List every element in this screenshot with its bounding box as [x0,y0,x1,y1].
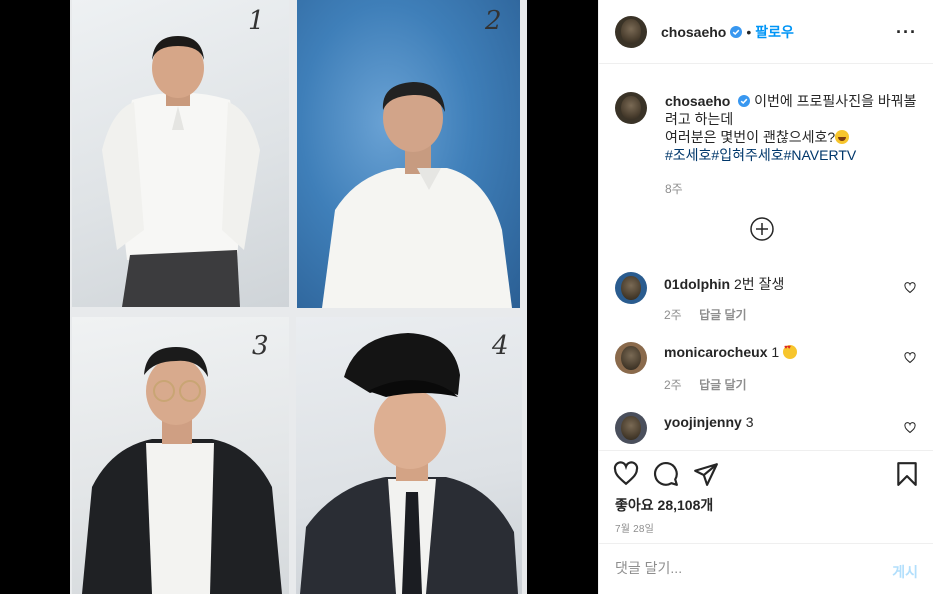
heart-eyes-emoji [783,345,798,359]
commenter-username[interactable]: yoojinjenny [664,414,742,430]
author-username[interactable]: chosaeho [661,24,726,40]
author-avatar[interactable] [615,15,647,48]
commenter-username[interactable]: monicarocheux [664,344,767,360]
person-4-figure [300,333,518,594]
photo-panel-3: 3 [72,317,289,594]
likes-count[interactable]: 좋아요 28,108개 [615,495,713,515]
reply-button[interactable]: 답글 달기 [699,308,747,322]
comment-time[interactable]: 2주 [664,308,682,322]
commenter-avatar[interactable] [615,412,647,444]
person-2-figure [322,82,512,308]
comment-like-heart-icon[interactable] [904,422,916,434]
caption-avatar[interactable] [615,92,647,124]
comment-time[interactable]: 2주 [664,378,682,392]
add-comment-bar: 게시 [599,543,933,594]
panel-number-2: 2 [485,6,502,36]
caption-hashtags[interactable]: #조세호#입혀주세호#NAVERTV [665,147,856,163]
panel-number-3: 3 [252,331,269,361]
more-options-icon[interactable]: ··· [896,22,917,43]
caption-text: chosaeho 이번에 프로필사진을 바꿔볼려고 하는데 여러분은 몇번이 괜… [665,92,920,164]
panel-number-4: 4 [492,331,509,361]
comment-like-heart-icon[interactable] [904,352,916,364]
comment-input[interactable] [615,560,855,576]
panel-number-1: 1 [248,6,265,36]
comment-body: monicarocheux 1 [664,344,798,360]
share-paper-plane-icon[interactable] [693,461,719,487]
post-date[interactable]: 7월 28일 [615,520,654,535]
instagram-post-modal: 1 2 3 4 chosaeho • 팔로우 ··· chosaeho 이번에 … [0,0,933,594]
save-bookmark-icon[interactable] [894,461,920,487]
comment-text: 1 [771,344,780,360]
verified-badge-icon [738,95,751,107]
comment-like-heart-icon[interactable] [904,282,916,294]
verified-badge-icon [730,25,743,38]
reply-button[interactable]: 답글 달기 [699,378,747,392]
follow-button[interactable]: 팔로우 [755,22,794,42]
post-comment-button[interactable]: 게시 [892,562,918,582]
caption-timestamp[interactable]: 8주 [665,180,683,197]
comment-body: yoojinjenny 3 [664,414,753,430]
comment-meta: 2주 답글 달기 [664,376,747,393]
caption-username[interactable]: chosaeho [665,93,730,109]
post-actions: 좋아요 28,108개 7월 28일 게시 [599,450,933,594]
comment-bubble-icon[interactable] [653,461,679,487]
comment-meta: 2주 답글 달기 [664,306,747,323]
post-sidebar: chosaeho • 팔로우 ··· chosaeho 이번에 프로필사진을 바… [598,0,933,594]
comment-text: 2번 잘생 [734,276,785,292]
like-heart-icon[interactable] [613,461,639,487]
caption-line-2: 여러분은 몇번이 괜찮으세호? [665,129,836,145]
photo-panel-1: 1 [72,0,289,307]
photo-board: 1 2 3 4 [70,0,527,594]
post-photo[interactable]: 1 2 3 4 [0,0,598,594]
commenter-avatar[interactable] [615,342,647,374]
photo-panel-4: 4 [296,317,522,594]
commenter-avatar[interactable] [615,272,647,304]
grinning-face-emoji [835,130,850,144]
photo-panel-2: 2 [297,0,520,308]
post-caption: chosaeho 이번에 프로필사진을 바꿔볼려고 하는데 여러분은 몇번이 괜… [615,92,920,164]
load-more-comments-icon[interactable] [750,217,774,241]
separator-dot: • [746,23,752,40]
commenter-username[interactable]: 01dolphin [664,276,730,292]
person-1-figure [102,36,260,307]
comment-text: 3 [745,414,754,430]
post-header: chosaeho • 팔로우 ··· [599,0,933,64]
comment-body: 01dolphin 2번 잘생 [664,274,784,294]
